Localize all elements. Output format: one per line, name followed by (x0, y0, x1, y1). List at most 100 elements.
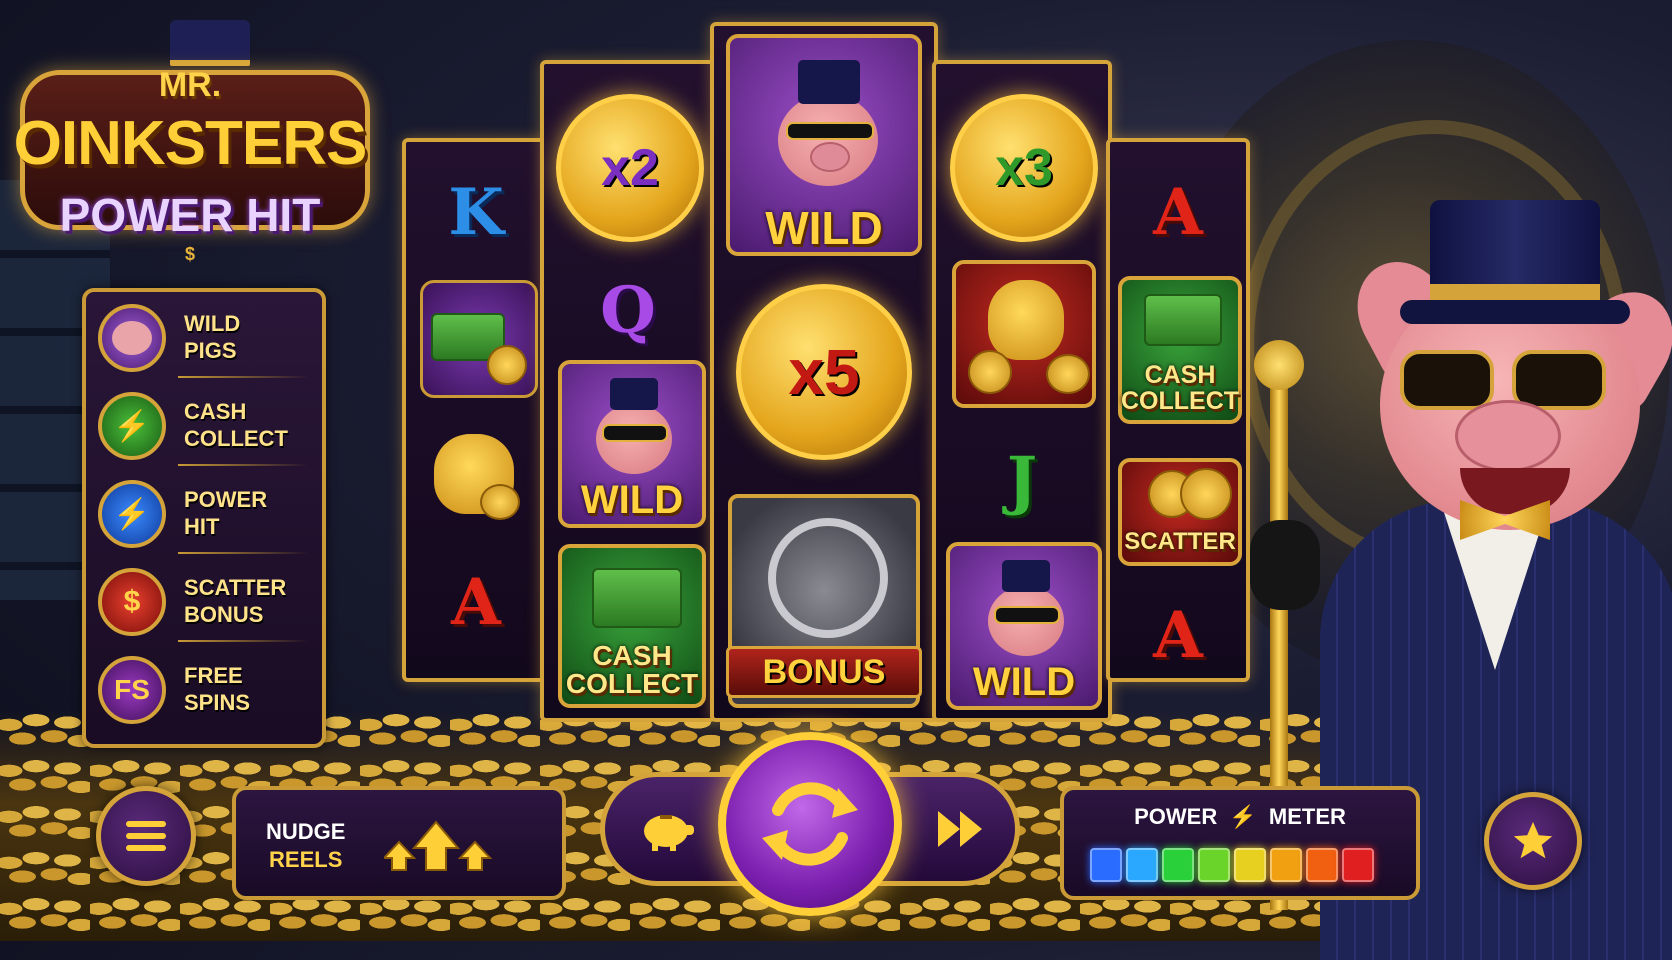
multiplier-coin-x5: x5 (736, 284, 912, 460)
fs-icon: FS (98, 656, 166, 724)
reel-5-top-symbol: A (1153, 174, 1203, 250)
legend-item-power-hit: ⚡ POWER HIT (98, 474, 308, 554)
divider (178, 376, 308, 378)
power-meter-segment (1234, 848, 1266, 882)
reel-4-letter-symbol: J (1006, 442, 1038, 518)
legend-item-cash-collect: ⚡ CASH COLLECT (98, 386, 308, 466)
feature-legend-panel: WILD PIGS ⚡ CASH COLLECT ⚡ POWER HIT $ SCAT… (82, 288, 326, 748)
legend-item-scatter-bonus: $ SCATTER BONUS (98, 562, 308, 642)
star-icon (1513, 821, 1553, 859)
logo-top-hat-icon (170, 20, 250, 66)
piggy-bank-button[interactable] (626, 790, 710, 868)
legend-label-line2: BONUS (184, 602, 264, 627)
power-meter-segment (1126, 848, 1158, 882)
cash-collect-line1: CASH (1144, 361, 1216, 389)
cash-stack-icon (420, 280, 538, 398)
legend-label-line2: PIGS (184, 338, 237, 363)
nudge-label-line1: NUDGE (266, 819, 346, 844)
dollar-coin-icon: $ (98, 568, 166, 636)
power-meter-segment (1306, 848, 1338, 882)
bonus-label: BONUS (726, 646, 922, 698)
coin-multiplier-label: x2 (601, 139, 659, 197)
cash-lightning-icon: ⚡ (98, 392, 166, 460)
turbo-button[interactable] (920, 790, 1004, 868)
legend-label-line1: POWER (184, 487, 268, 512)
game-logo: MR. OINKSTERS POWER HIT $ (10, 20, 370, 264)
mascot-glove (1250, 520, 1320, 610)
legend-label-line2: SPINS (184, 690, 251, 715)
reel-3: WILD x5 BONUS (710, 22, 938, 722)
wild-pig-tile: WILD (558, 360, 706, 528)
power-meter-segment (1162, 848, 1194, 882)
cash-collect-tile: CASH COLLECT (558, 544, 706, 708)
power-meter-segment (1198, 848, 1230, 882)
lightning-icon: ⚡ (98, 480, 166, 548)
hat-brim (1400, 300, 1630, 324)
reel-2-letter-symbol: Q (600, 272, 656, 348)
power-meter-label-right: METER (1268, 804, 1346, 829)
wild-pig-tile: WILD (726, 34, 922, 256)
coin-multiplier-label: x3 (995, 139, 1053, 197)
spin-button[interactable] (718, 732, 902, 916)
bonus-vault-tile: BONUS (726, 494, 922, 708)
pig-icon (98, 304, 166, 372)
reel-2: x2 Q WILD CASH COLLECT (540, 60, 716, 722)
nudge-arrows-icon (381, 808, 504, 878)
multiplier-coin-x2: x2 (556, 94, 704, 242)
cane-pig-head-icon (1254, 340, 1304, 390)
divider (178, 464, 308, 466)
logo-mr-text: MR. (158, 66, 222, 104)
reel-5: A CASH COLLECT SCATTER A (1106, 138, 1250, 682)
scatter-tile: SCATTER (1118, 458, 1242, 566)
logo-title: OINKSTERS (13, 109, 368, 178)
piggy-bank-icon (644, 815, 694, 851)
power-meter-segment (1342, 848, 1374, 882)
legend-label-line1: SCATTER (184, 575, 287, 600)
coin-multiplier-label: x5 (788, 336, 860, 408)
power-meter-segment (1270, 848, 1302, 882)
wild-label: WILD (972, 660, 1076, 704)
legend-label-line2: HIT (184, 514, 220, 539)
power-meter-bar (1090, 848, 1394, 882)
legend-label-line1: WILD (184, 311, 241, 336)
reel-1-bottom-symbol: A (451, 564, 501, 640)
fast-forward-icon (938, 811, 982, 847)
cash-collect-line2: COLLECT (1120, 387, 1240, 415)
logo-subtitle: POWER HIT (59, 189, 321, 241)
power-meter-label-left: POWER (1134, 804, 1218, 829)
scatter-label: SCATTER (1124, 528, 1236, 555)
cash-collect-line1: CASH (592, 640, 672, 671)
nudge-reels-button[interactable]: NUDGE REELS (232, 786, 566, 900)
legend-label-line2: COLLECT (184, 426, 288, 451)
lightning-icon: ⚡ (1229, 804, 1257, 829)
money-bag-tile (952, 260, 1096, 408)
logo-dollar-mark: $ (184, 244, 195, 264)
hamburger-icon (126, 815, 166, 857)
refresh-arrows-icon (762, 782, 858, 866)
wild-label: WILD (580, 478, 684, 522)
reel-4: x3 J WILD (932, 60, 1112, 722)
legend-item-free-spins: FS FREE SPINS (98, 650, 308, 730)
wild-pig-tile: WILD (946, 542, 1102, 710)
nudge-label-line2: REELS (269, 847, 343, 872)
menu-button[interactable] (96, 786, 196, 886)
wild-label: WILD (765, 202, 883, 254)
cash-collect-tile: CASH COLLECT (1118, 276, 1242, 424)
divider (178, 552, 308, 554)
mascot-snout (1455, 400, 1561, 472)
reel-1: K A (402, 138, 550, 682)
reel-5-bottom-symbol: A (1153, 597, 1203, 673)
sunglasses-icon (1512, 350, 1606, 410)
divider (178, 640, 308, 642)
favorite-button[interactable] (1484, 792, 1582, 890)
legend-label-line1: CASH (184, 399, 247, 424)
legend-item-wild-pigs: WILD PIGS (98, 298, 308, 378)
power-meter-segment (1090, 848, 1122, 882)
multiplier-coin-x3: x3 (950, 94, 1098, 242)
treasure-bag-icon (424, 424, 528, 528)
legend-label-line1: FREE (184, 663, 243, 688)
vault-wheel-icon (768, 518, 888, 638)
reel-1-top-symbol: K (448, 174, 504, 250)
power-meter-panel: POWER ⚡ METER (1060, 786, 1420, 900)
cash-collect-line2: COLLECT (565, 668, 699, 699)
